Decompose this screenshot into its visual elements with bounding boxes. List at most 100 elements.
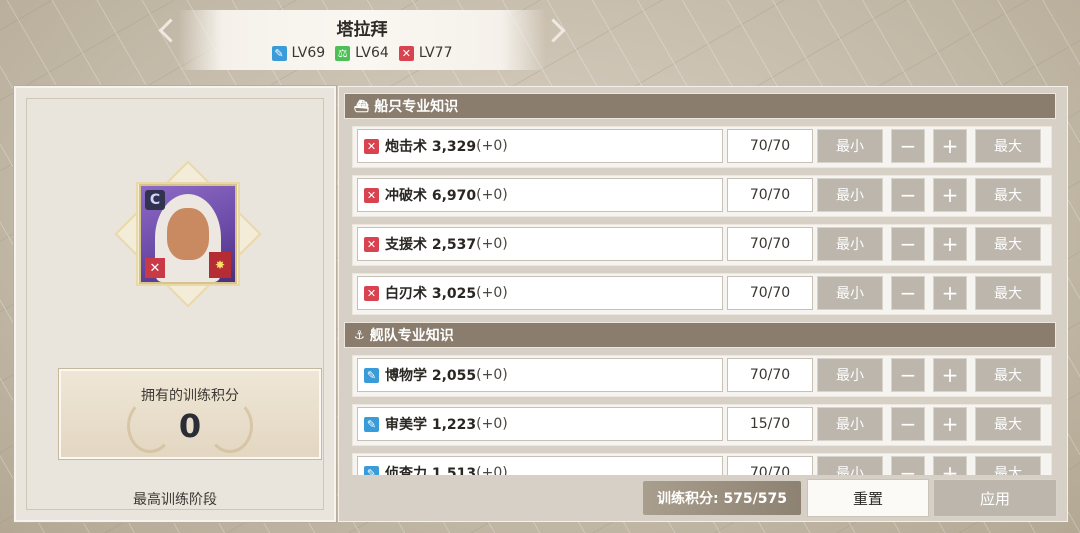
skill-row: ✕ 冲破术 6,970 (+0) 70/70 最小 − + 最大 [352, 175, 1052, 217]
skill-name: 博物学 2,055 [385, 368, 477, 384]
green-scale-icon: ⚖ [335, 45, 351, 61]
skill-name-box: ✎ 审美学 1,223 (+0) [357, 407, 723, 441]
skill-name-box: ✕ 白刃术 3,025 (+0) [357, 276, 723, 310]
skill-row: ✎ 博物学 2,055 (+0) 70/70 最小 − + 最大 [352, 355, 1052, 397]
cross-swords-icon: ✕ [145, 258, 165, 278]
skill-level: 70/70 [727, 276, 813, 310]
decrease-button[interactable]: − [891, 178, 925, 212]
red-cross-swords-icon: ✕ [364, 236, 379, 252]
skill-name: 支援术 2,537 [385, 237, 477, 253]
decrease-button[interactable]: − [891, 227, 925, 261]
skill-name-box: ✕ 支援术 2,537 (+0) [357, 227, 723, 261]
level-value: LV77 [418, 45, 453, 61]
min-button[interactable]: 最小 [817, 178, 883, 212]
increase-button[interactable]: + [933, 178, 967, 212]
decrease-button[interactable]: − [891, 407, 925, 441]
max-button[interactable]: 最大 [975, 456, 1041, 475]
min-button[interactable]: 最小 [817, 407, 883, 441]
training-points-label: 拥有的训练积分 [141, 388, 239, 404]
character-name: 塔拉拜 [336, 20, 388, 40]
level-battle: ✕ LV77 [398, 45, 453, 61]
level-value: LV64 [355, 45, 389, 61]
training-points-value: 0 [178, 407, 202, 445]
skill-bonus: (+0) [476, 236, 508, 252]
red-cross-swords-icon: ✕ [364, 285, 379, 301]
min-button[interactable]: 最小 [817, 358, 883, 392]
section-title: 船只专业知识 [374, 99, 459, 115]
skill-bonus: (+0) [476, 285, 508, 301]
decrease-button[interactable]: − [891, 358, 925, 392]
min-button[interactable]: 最小 [817, 276, 883, 310]
skill-level: 70/70 [727, 178, 813, 212]
rank-badge: C [145, 190, 165, 210]
skill-name: 冲破术 6,970 [385, 188, 477, 204]
skill-name: 侦查力 1,513 [385, 466, 477, 475]
blue-sword-icon: ✎ [364, 416, 379, 432]
character-panel: C ✕ ✸ 拥有的训练积分 0 最高训练阶段 [14, 86, 336, 522]
blue-sword-icon: ✎ [364, 367, 379, 383]
max-button[interactable]: 最大 [975, 276, 1041, 310]
face [167, 208, 209, 260]
increase-button[interactable]: + [933, 129, 967, 163]
training-points-box: 拥有的训练积分 0 [59, 369, 321, 459]
decrease-button[interactable]: − [891, 276, 925, 310]
training-points-summary: 训练积分: 575/575 [643, 481, 801, 515]
rank-emblem-icon: ✸ [209, 252, 231, 278]
max-button[interactable]: 最大 [975, 227, 1041, 261]
skill-level: 70/70 [727, 456, 813, 475]
skill-bonus: (+0) [476, 138, 508, 154]
apply-button[interactable]: 应用 [933, 479, 1057, 517]
character-portrait[interactable]: C ✕ ✸ [139, 184, 237, 284]
section-title: 舰队专业知识 [369, 328, 454, 344]
ship-icon: ⛴ [354, 99, 370, 113]
min-button[interactable]: 最小 [817, 129, 883, 163]
section-header-ship: ⛴ 船只专业知识 [344, 93, 1056, 119]
skill-row: ✎ 侦查力 1,513 (+0) 70/70 最小 − + 最大 [352, 453, 1052, 475]
increase-button[interactable]: + [933, 276, 967, 310]
level-list: ✎ LV69 ⚖ LV64 ✕ LV77 [178, 45, 546, 61]
section-header-fleet: ⚓ 舰队专业知识 [344, 322, 1056, 348]
skill-level: 70/70 [727, 358, 813, 392]
fleet-icon: ⚓ [354, 328, 365, 342]
blue-sword-icon: ✎ [271, 45, 287, 61]
increase-button[interactable]: + [933, 456, 967, 475]
max-button[interactable]: 最大 [975, 407, 1041, 441]
skill-row: ✕ 炮击术 3,329 (+0) 70/70 最小 − + 最大 [352, 126, 1052, 168]
level-trade: ⚖ LV64 [335, 45, 389, 61]
skill-row: ✕ 支援术 2,537 (+0) 70/70 最小 − + 最大 [352, 224, 1052, 266]
blue-sword-icon: ✎ [364, 465, 379, 475]
skills-panel: ⛴ 船只专业知识 ✕ 炮击术 3,329 (+0) 70/70 最小 − + 最大… [338, 86, 1068, 522]
skill-name: 白刃术 3,025 [385, 286, 477, 302]
skill-bonus: (+0) [476, 187, 508, 203]
min-button[interactable]: 最小 [817, 227, 883, 261]
skill-name-box: ✕ 炮击术 3,329 (+0) [357, 129, 723, 163]
portrait-frame: C ✕ ✸ [111, 157, 262, 308]
skill-name-box: ✎ 博物学 2,055 (+0) [357, 358, 723, 392]
skill-bonus: (+0) [476, 465, 508, 475]
skill-name: 炮击术 3,329 [385, 139, 477, 155]
skill-name-box: ✎ 侦查力 1,513 (+0) [357, 456, 723, 475]
increase-button[interactable]: + [933, 227, 967, 261]
skill-bonus: (+0) [476, 367, 508, 383]
skill-bonus: (+0) [476, 416, 508, 432]
decrease-button[interactable]: − [891, 129, 925, 163]
max-button[interactable]: 最大 [975, 129, 1041, 163]
min-button[interactable]: 最小 [817, 456, 883, 475]
skill-row: ✕ 白刃术 3,025 (+0) 70/70 最小 − + 最大 [352, 273, 1052, 315]
character-panel-inner: C ✕ ✸ 拥有的训练积分 0 最高训练阶段 [26, 98, 324, 510]
reset-button[interactable]: 重置 [807, 479, 929, 517]
decrease-button[interactable]: − [891, 456, 925, 475]
red-cross-swords-icon: ✕ [364, 187, 379, 203]
max-button[interactable]: 最大 [975, 358, 1041, 392]
skill-level: 70/70 [727, 129, 813, 163]
skill-name: 审美学 1,223 [385, 417, 477, 433]
skills-scroll-area[interactable]: ⛴ 船只专业知识 ✕ 炮击术 3,329 (+0) 70/70 最小 − + 最大… [344, 93, 1056, 475]
red-cross-swords-icon: ✕ [364, 138, 379, 154]
skill-level: 15/70 [727, 407, 813, 441]
header-banner: 塔拉拜 ✎ LV69 ⚖ LV64 ✕ LV77 [178, 10, 546, 70]
increase-button[interactable]: + [933, 407, 967, 441]
increase-button[interactable]: + [933, 358, 967, 392]
level-value: LV69 [291, 45, 326, 61]
max-button[interactable]: 最大 [975, 178, 1041, 212]
max-training-stage-label: 最高训练阶段 [133, 492, 217, 508]
